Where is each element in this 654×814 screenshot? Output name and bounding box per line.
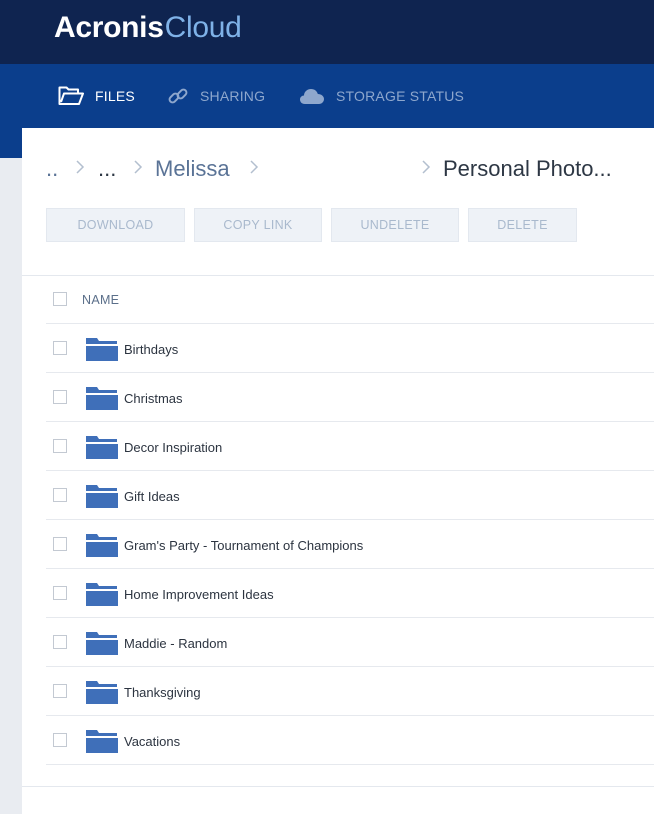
- folder-icon: [86, 485, 118, 508]
- row-checkbox[interactable]: [53, 488, 67, 502]
- tab-storage-label: STORAGE STATUS: [336, 88, 465, 104]
- select-all-checkbox[interactable]: [53, 292, 67, 306]
- folder-icon: [86, 338, 118, 361]
- chevron-right-icon: [134, 160, 143, 174]
- row-divider: [46, 764, 654, 765]
- folder-open-icon: [58, 86, 84, 106]
- folder-name[interactable]: Christmas: [124, 391, 183, 406]
- tab-sharing[interactable]: SHARING: [167, 82, 265, 110]
- table-row[interactable]: Thanksgiving: [22, 667, 654, 716]
- folder-name[interactable]: Vacations: [124, 734, 180, 749]
- folder-icon: [86, 583, 118, 606]
- table-row[interactable]: Gift Ideas: [22, 471, 654, 520]
- table-row[interactable]: Christmas: [22, 373, 654, 422]
- table-bottom-divider: [22, 786, 654, 787]
- chevron-right-icon: [250, 160, 259, 174]
- copy-link-button[interactable]: COPY LINK: [194, 208, 322, 242]
- row-checkbox[interactable]: [53, 733, 67, 747]
- file-browser: .. ... Melissa Personal Photo... DOWNLOA…: [22, 128, 654, 814]
- cloud-icon: [299, 87, 325, 105]
- breadcrumb-parent[interactable]: Melissa: [155, 156, 230, 182]
- row-checkbox[interactable]: [53, 537, 67, 551]
- left-gutter: [0, 158, 22, 814]
- folder-name[interactable]: Home Improvement Ideas: [124, 587, 274, 602]
- row-checkbox[interactable]: [53, 390, 67, 404]
- table-row[interactable]: Decor Inspiration: [22, 422, 654, 471]
- folder-name[interactable]: Gram's Party - Tournament of Champions: [124, 538, 363, 553]
- table-row[interactable]: Birthdays: [22, 324, 654, 373]
- table-row[interactable]: Home Improvement Ideas: [22, 569, 654, 618]
- undelete-button[interactable]: UNDELETE: [331, 208, 459, 242]
- logo-brand: Acronis: [54, 11, 164, 44]
- folder-icon: [86, 534, 118, 557]
- folder-icon: [86, 436, 118, 459]
- folder-name[interactable]: Thanksgiving: [124, 685, 201, 700]
- table-row[interactable]: Maddie - Random: [22, 618, 654, 667]
- table-row[interactable]: Gram's Party - Tournament of Champions: [22, 520, 654, 569]
- breadcrumb-current: Personal Photo...: [443, 156, 612, 181]
- folder-name[interactable]: Gift Ideas: [124, 489, 180, 504]
- folder-name[interactable]: Decor Inspiration: [124, 440, 222, 455]
- app-header: AcronisCloud: [0, 0, 654, 64]
- folder-name[interactable]: Birthdays: [124, 342, 178, 357]
- breadcrumb-root[interactable]: ..: [46, 156, 58, 182]
- table-header: NAME: [22, 275, 654, 324]
- breadcrumb-ellipsis[interactable]: ...: [98, 156, 116, 182]
- breadcrumb: .. ... Melissa Personal Photo...: [46, 150, 646, 186]
- row-checkbox[interactable]: [53, 586, 67, 600]
- row-checkbox[interactable]: [53, 684, 67, 698]
- tab-files[interactable]: FILES: [58, 82, 135, 110]
- tab-storage-status[interactable]: STORAGE STATUS: [299, 82, 464, 110]
- table-row[interactable]: Vacations: [22, 716, 654, 765]
- name-column-header[interactable]: NAME: [82, 293, 119, 307]
- tab-files-label: FILES: [95, 88, 135, 104]
- folder-icon: [86, 387, 118, 410]
- link-icon: [167, 86, 189, 106]
- row-checkbox[interactable]: [53, 635, 67, 649]
- action-toolbar: DOWNLOAD COPY LINK UNDELETE DELETE: [46, 208, 586, 242]
- chevron-right-icon: [422, 160, 431, 174]
- download-button[interactable]: DOWNLOAD: [46, 208, 185, 242]
- tab-sharing-label: SHARING: [200, 88, 266, 104]
- chevron-right-icon: [76, 160, 85, 174]
- folder-icon: [86, 632, 118, 655]
- folder-icon: [86, 681, 118, 704]
- row-checkbox[interactable]: [53, 341, 67, 355]
- folder-name[interactable]: Maddie - Random: [124, 636, 227, 651]
- acronis-cloud-logo[interactable]: AcronisCloud: [54, 11, 242, 45]
- logo-product: Cloud: [164, 11, 242, 44]
- row-checkbox[interactable]: [53, 439, 67, 453]
- delete-button[interactable]: DELETE: [468, 208, 577, 242]
- folder-icon: [86, 730, 118, 753]
